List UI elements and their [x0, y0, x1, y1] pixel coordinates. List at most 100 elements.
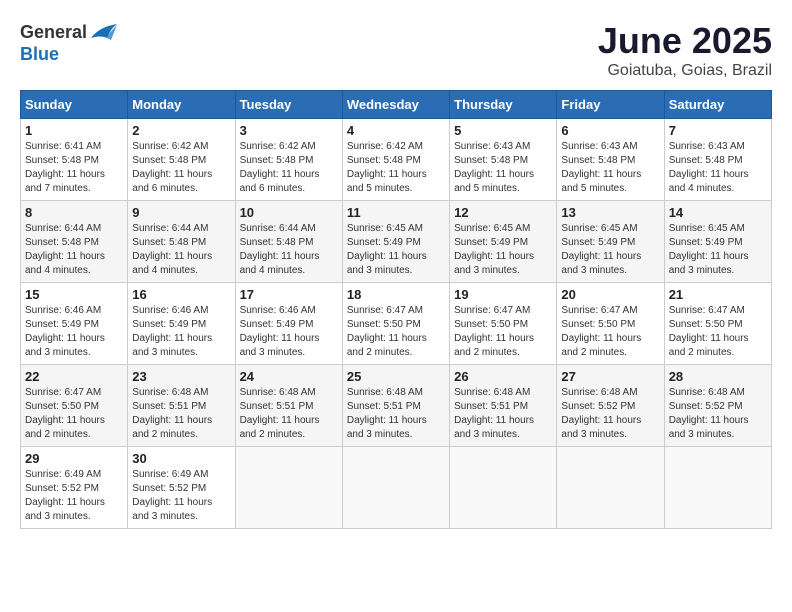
calendar-cell [450, 447, 557, 529]
day-info: Sunrise: 6:43 AMSunset: 5:48 PMDaylight:… [454, 140, 552, 196]
calendar-cell: 24 Sunrise: 6:48 AMSunset: 5:51 PMDayligh… [235, 365, 342, 447]
calendar-cell: 6 Sunrise: 6:43 AMSunset: 5:48 PMDaylight… [557, 119, 664, 201]
day-info: Sunrise: 6:44 AMSunset: 5:48 PMDaylight:… [240, 222, 338, 278]
day-number: 23 [132, 369, 230, 384]
day-number: 4 [347, 123, 445, 138]
day-info: Sunrise: 6:46 AMSunset: 5:49 PMDaylight:… [240, 304, 338, 360]
calendar-week-row: 1 Sunrise: 6:41 AMSunset: 5:48 PMDaylight… [21, 119, 772, 201]
day-number: 18 [347, 287, 445, 302]
calendar-cell: 10Sunrise: 6:44 AMSunset: 5:48 PMDayligh… [235, 201, 342, 283]
day-number: 21 [669, 287, 767, 302]
day-info: Sunrise: 6:48 AMSunset: 5:52 PMDaylight:… [669, 386, 767, 442]
day-info: Sunrise: 6:44 AMSunset: 5:48 PMDaylight:… [25, 222, 123, 278]
calendar-header-row: SundayMondayTuesdayWednesdayThursdayFrid… [21, 91, 772, 119]
logo-bird-icon [89, 20, 119, 44]
day-number: 16 [132, 287, 230, 302]
calendar-header-thursday: Thursday [450, 91, 557, 119]
day-info: Sunrise: 6:41 AMSunset: 5:48 PMDaylight:… [25, 140, 123, 196]
logo: General Blue [20, 20, 119, 65]
day-number: 6 [561, 123, 659, 138]
day-number: 29 [25, 451, 123, 466]
day-number: 24 [240, 369, 338, 384]
day-number: 7 [669, 123, 767, 138]
logo-general-text: General [20, 22, 87, 43]
day-info: Sunrise: 6:45 AMSunset: 5:49 PMDaylight:… [561, 222, 659, 278]
day-info: Sunrise: 6:43 AMSunset: 5:48 PMDaylight:… [561, 140, 659, 196]
day-info: Sunrise: 6:47 AMSunset: 5:50 PMDaylight:… [454, 304, 552, 360]
day-info: Sunrise: 6:45 AMSunset: 5:49 PMDaylight:… [347, 222, 445, 278]
calendar-cell: 28Sunrise: 6:48 AMSunset: 5:52 PMDayligh… [664, 365, 771, 447]
calendar-cell: 2Sunrise: 6:42 AMSunset: 5:48 PMDaylight… [128, 119, 235, 201]
calendar-cell: 16 Sunrise: 6:46 AMSunset: 5:49 PMDayligh… [128, 283, 235, 365]
calendar-cell: 23 Sunrise: 6:48 AMSunset: 5:51 PMDayligh… [128, 365, 235, 447]
calendar-week-row: 29 Sunrise: 6:49 AMSunset: 5:52 PMDayligh… [21, 447, 772, 529]
calendar-cell: 26 Sunrise: 6:48 AMSunset: 5:51 PMDayligh… [450, 365, 557, 447]
day-info: Sunrise: 6:48 AMSunset: 5:51 PMDaylight:… [240, 386, 338, 442]
calendar-cell: 30 Sunrise: 6:49 AMSunset: 5:52 PMDayligh… [128, 447, 235, 529]
calendar-cell [557, 447, 664, 529]
day-info: Sunrise: 6:42 AMSunset: 5:48 PMDaylight:… [132, 140, 230, 196]
day-number: 22 [25, 369, 123, 384]
calendar-cell: 12 Sunrise: 6:45 AMSunset: 5:49 PMDayligh… [450, 201, 557, 283]
day-info: Sunrise: 6:48 AMSunset: 5:51 PMDaylight:… [132, 386, 230, 442]
calendar-cell: 8 Sunrise: 6:44 AMSunset: 5:48 PMDaylight… [21, 201, 128, 283]
calendar-cell: 7 Sunrise: 6:43 AMSunset: 5:48 PMDaylight… [664, 119, 771, 201]
day-number: 1 [25, 123, 123, 138]
day-info: Sunrise: 6:43 AMSunset: 5:48 PMDaylight:… [669, 140, 767, 196]
day-number: 27 [561, 369, 659, 384]
calendar-header-tuesday: Tuesday [235, 91, 342, 119]
day-number: 30 [132, 451, 230, 466]
day-number: 25 [347, 369, 445, 384]
location-title: Goiatuba, Goias, Brazil [598, 62, 772, 80]
logo-blue-text: Blue [20, 44, 59, 65]
calendar-cell: 21Sunrise: 6:47 AMSunset: 5:50 PMDayligh… [664, 283, 771, 365]
day-info: Sunrise: 6:48 AMSunset: 5:51 PMDaylight:… [454, 386, 552, 442]
title-area: June 2025 Goiatuba, Goias, Brazil [598, 20, 772, 80]
calendar-cell: 14 Sunrise: 6:45 AMSunset: 5:49 PMDayligh… [664, 201, 771, 283]
calendar-cell: 17 Sunrise: 6:46 AMSunset: 5:49 PMDayligh… [235, 283, 342, 365]
day-number: 26 [454, 369, 552, 384]
calendar-cell: 27 Sunrise: 6:48 AMSunset: 5:52 PMDayligh… [557, 365, 664, 447]
day-info: Sunrise: 6:46 AMSunset: 5:49 PMDaylight:… [132, 304, 230, 360]
calendar-cell: 19Sunrise: 6:47 AMSunset: 5:50 PMDayligh… [450, 283, 557, 365]
day-number: 11 [347, 205, 445, 220]
day-info: Sunrise: 6:49 AMSunset: 5:52 PMDaylight:… [25, 468, 123, 524]
month-title: June 2025 [598, 20, 772, 62]
calendar-cell: 5 Sunrise: 6:43 AMSunset: 5:48 PMDaylight… [450, 119, 557, 201]
day-info: Sunrise: 6:49 AMSunset: 5:52 PMDaylight:… [132, 468, 230, 524]
day-info: Sunrise: 6:45 AMSunset: 5:49 PMDaylight:… [669, 222, 767, 278]
calendar-cell: 22 Sunrise: 6:47 AMSunset: 5:50 PMDayligh… [21, 365, 128, 447]
day-number: 20 [561, 287, 659, 302]
calendar-header-sunday: Sunday [21, 91, 128, 119]
day-number: 12 [454, 205, 552, 220]
calendar-cell: 9Sunrise: 6:44 AMSunset: 5:48 PMDaylight… [128, 201, 235, 283]
calendar-cell [342, 447, 449, 529]
day-number: 13 [561, 205, 659, 220]
day-info: Sunrise: 6:45 AMSunset: 5:49 PMDaylight:… [454, 222, 552, 278]
calendar-cell: 13 Sunrise: 6:45 AMSunset: 5:49 PMDayligh… [557, 201, 664, 283]
day-info: Sunrise: 6:42 AMSunset: 5:48 PMDaylight:… [240, 140, 338, 196]
day-info: Sunrise: 6:46 AMSunset: 5:49 PMDaylight:… [25, 304, 123, 360]
calendar-cell: 18Sunrise: 6:47 AMSunset: 5:50 PMDayligh… [342, 283, 449, 365]
day-number: 8 [25, 205, 123, 220]
day-number: 15 [25, 287, 123, 302]
calendar-cell: 1 Sunrise: 6:41 AMSunset: 5:48 PMDaylight… [21, 119, 128, 201]
calendar-cell: 11 Sunrise: 6:45 AMSunset: 5:49 PMDayligh… [342, 201, 449, 283]
calendar-cell: 15 Sunrise: 6:46 AMSunset: 5:49 PMDayligh… [21, 283, 128, 365]
day-number: 3 [240, 123, 338, 138]
calendar-cell: 20Sunrise: 6:47 AMSunset: 5:50 PMDayligh… [557, 283, 664, 365]
day-info: Sunrise: 6:48 AMSunset: 5:52 PMDaylight:… [561, 386, 659, 442]
calendar-header-monday: Monday [128, 91, 235, 119]
calendar-header-wednesday: Wednesday [342, 91, 449, 119]
day-number: 14 [669, 205, 767, 220]
calendar-body: 1 Sunrise: 6:41 AMSunset: 5:48 PMDaylight… [21, 119, 772, 529]
calendar-header-friday: Friday [557, 91, 664, 119]
calendar-table: SundayMondayTuesdayWednesdayThursdayFrid… [20, 90, 772, 529]
day-number: 17 [240, 287, 338, 302]
day-info: Sunrise: 6:42 AMSunset: 5:48 PMDaylight:… [347, 140, 445, 196]
day-number: 5 [454, 123, 552, 138]
day-info: Sunrise: 6:47 AMSunset: 5:50 PMDaylight:… [25, 386, 123, 442]
day-number: 9 [132, 205, 230, 220]
header: General Blue June 2025 Goiatuba, Goias, … [20, 20, 772, 80]
calendar-cell [664, 447, 771, 529]
